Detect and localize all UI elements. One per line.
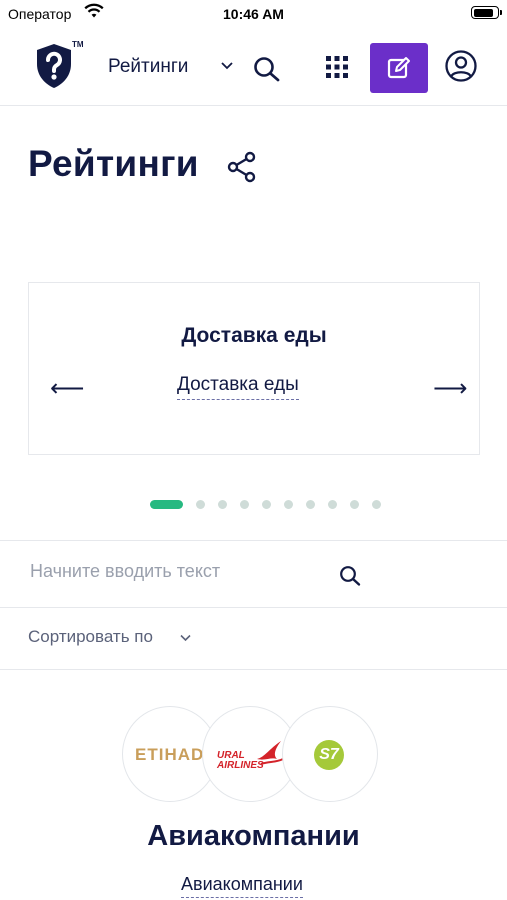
battery-icon — [471, 6, 502, 19]
search-icon[interactable] — [253, 56, 281, 87]
chevron-down-icon[interactable] — [220, 58, 234, 77]
category-logos: ETIHAD URAL AIRLINES S7 — [122, 706, 382, 806]
carousel-dot[interactable] — [196, 499, 205, 509]
section-dropdown[interactable]: Рейтинги — [108, 56, 188, 78]
search-bar — [0, 540, 507, 608]
edit-icon — [387, 57, 410, 79]
carousel-dot[interactable] — [240, 499, 249, 509]
carousel-next-arrow[interactable]: ⟶ — [433, 374, 467, 403]
carousel-category-link[interactable]: Доставка еды — [177, 374, 299, 400]
rating-carousel-card: Доставка еды ⟵ Доставка еды ⟶ — [28, 282, 480, 455]
sort-control[interactable]: Сортировать по — [0, 607, 507, 670]
s7-logo: S7 — [282, 706, 378, 802]
trademark-mark: TM — [72, 40, 84, 49]
carousel-dot[interactable] — [372, 499, 381, 509]
carousel-prev-arrow[interactable]: ⟵ — [50, 374, 84, 403]
grid-icon[interactable] — [326, 56, 348, 83]
carousel-dot[interactable] — [284, 499, 293, 509]
share-icon[interactable] — [226, 151, 258, 188]
carousel-dot[interactable] — [306, 499, 315, 509]
search-input[interactable] — [30, 561, 330, 582]
carousel-dot[interactable] — [328, 499, 337, 509]
user-icon[interactable] — [445, 50, 477, 87]
category-title: Авиакомпании — [147, 820, 360, 852]
clock: 10:46 AM — [223, 6, 284, 22]
category-link[interactable]: Авиакомпании — [181, 874, 303, 898]
carousel-dot[interactable] — [218, 499, 227, 509]
carousel-dot[interactable] — [262, 499, 271, 509]
write-review-button[interactable] — [370, 43, 428, 93]
carousel-pagination — [150, 499, 394, 509]
search-icon[interactable] — [339, 565, 361, 592]
chevron-down-icon — [179, 631, 192, 649]
status-bar: Оператор 10:46 AM — [0, 0, 507, 30]
shield-question-logo[interactable] — [34, 42, 74, 95]
page-title: Рейтинги — [28, 143, 199, 184]
carousel-dot[interactable] — [350, 499, 359, 509]
sort-label: Сортировать по — [28, 627, 153, 646]
carousel-heading: Доставка еды — [181, 324, 327, 347]
app-header: TM Рейтинги — [0, 30, 507, 106]
carousel-dot[interactable] — [150, 499, 183, 509]
